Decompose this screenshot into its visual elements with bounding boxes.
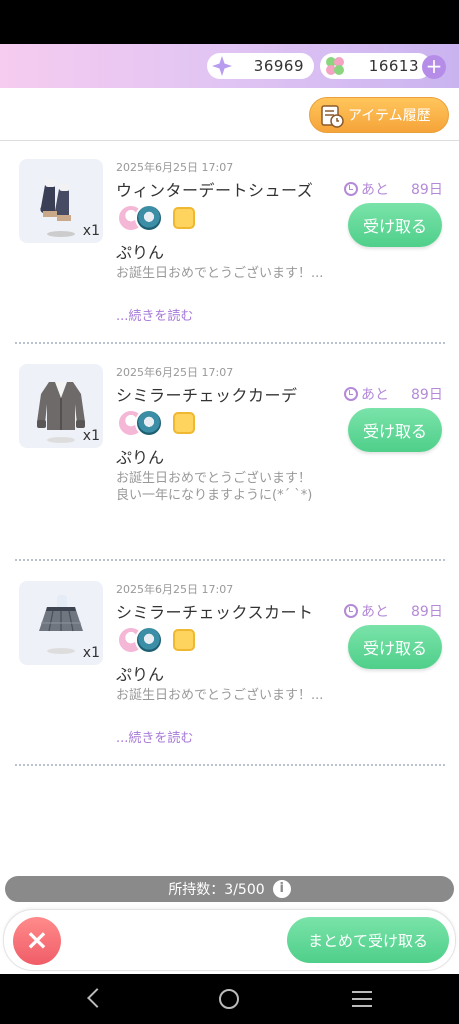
avatar — [135, 626, 163, 654]
item-thumbnail: x1 — [19, 159, 103, 243]
history-list-icon — [321, 105, 344, 128]
system-nav-bar — [0, 974, 459, 1024]
clock-icon — [344, 604, 358, 618]
gem-counter: 36969 — [207, 53, 314, 79]
gem-amount: 36969 — [253, 57, 304, 75]
item-date: 2025年6月25日 17:07 — [116, 583, 234, 596]
badge-icon — [173, 629, 195, 651]
avatar — [135, 409, 163, 437]
inventory-count: 所持数：3/500 i — [5, 876, 454, 902]
close-button[interactable]: × — [13, 917, 61, 965]
expiry-prefix: あと — [361, 604, 389, 620]
clock-icon — [344, 387, 358, 401]
item-name: シミラーチェックカーデ — [116, 386, 298, 405]
badge-icon — [173, 207, 195, 229]
bulk-receive-button[interactable]: まとめて受け取る — [287, 917, 449, 963]
gift-message: お誕生日おめでとうございます！... — [116, 688, 324, 703]
item-history-button[interactable]: アイテム履歴 — [309, 97, 449, 133]
clock-icon — [344, 182, 358, 196]
item-date: 2025年6月25日 17:07 — [116, 366, 234, 379]
clover-icon — [326, 57, 344, 75]
expiry-prefix: あと — [361, 182, 389, 198]
read-more-link[interactable]: ...続きを読む — [116, 727, 193, 746]
item-date: 2025年6月25日 17:07 — [116, 161, 234, 174]
receive-button[interactable]: 受け取る — [348, 625, 442, 669]
expiry-timer: あと 89日 — [344, 384, 443, 404]
sparkle-gem-icon — [212, 56, 232, 76]
inventory-count-text: 所持数：3/500 — [168, 882, 265, 898]
back-icon[interactable] — [87, 988, 107, 1008]
item-quantity: x1 — [82, 645, 100, 661]
expiry-prefix: あと — [361, 387, 389, 403]
read-more-link[interactable]: ...続きを読む — [116, 305, 193, 324]
currency-bar: 36969 16613 + — [0, 44, 459, 88]
recent-apps-icon[interactable] — [352, 991, 372, 1007]
item-name: ウィンターデートシューズ — [116, 181, 314, 200]
bottom-action-bar: × まとめて受け取る — [3, 909, 456, 971]
gift-box-panel: アイテム履歴 x1 2025年6月25日 17:07 ウィンターデートシューズ … — [0, 88, 459, 974]
gift-message: お誕生日おめでとうございます！ 良い一年になりますように(*´ `*) — [116, 471, 313, 503]
item-name: シミラーチェックスカート — [116, 603, 314, 622]
expiry-timer: あと 89日 — [344, 601, 443, 621]
avatar — [135, 204, 163, 232]
item-thumbnail: x1 — [19, 364, 103, 448]
badge-icon — [173, 412, 195, 434]
item-divider — [15, 764, 445, 766]
sender-name: ぷりん — [116, 448, 165, 467]
receive-button[interactable]: 受け取る — [348, 408, 442, 452]
item-divider — [15, 342, 445, 344]
info-icon[interactable]: i — [272, 880, 291, 898]
status-bar — [0, 0, 459, 44]
home-icon[interactable] — [219, 989, 239, 1009]
clover-counter: 16613 — [320, 53, 431, 79]
add-currency-button[interactable]: + — [422, 55, 446, 79]
header-divider — [0, 140, 459, 141]
expiry-days: 89日 — [411, 604, 443, 620]
item-history-label: アイテム履歴 — [348, 108, 431, 124]
expiry-days: 89日 — [411, 387, 443, 403]
expiry-days: 89日 — [411, 182, 443, 198]
sender-name: ぷりん — [116, 243, 165, 262]
item-thumbnail: x1 — [19, 581, 103, 665]
receive-button[interactable]: 受け取る — [348, 203, 442, 247]
item-divider — [15, 559, 445, 561]
clover-amount: 16613 — [368, 57, 419, 75]
gift-message: お誕生日おめでとうございます！... — [116, 266, 324, 281]
expiry-timer: あと 89日 — [344, 179, 443, 199]
item-quantity: x1 — [82, 223, 100, 239]
sender-name: ぷりん — [116, 665, 165, 684]
item-quantity: x1 — [82, 428, 100, 444]
